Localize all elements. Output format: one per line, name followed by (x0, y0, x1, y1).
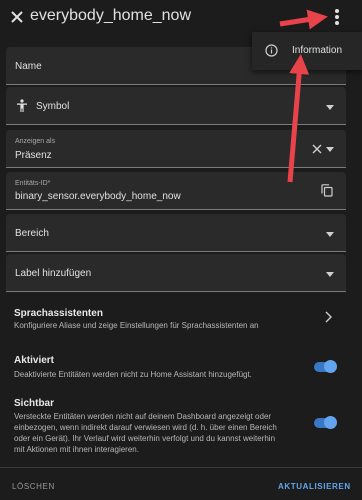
enabled-title: Aktiviert (14, 355, 55, 366)
show-as-value: Präsenz (15, 150, 52, 161)
chevron-down-icon[interactable] (326, 105, 334, 110)
visible-toggle[interactable] (312, 416, 338, 430)
enabled-toggle[interactable] (312, 360, 338, 374)
icon-picker-label: Symbol (36, 101, 70, 112)
copy-icon[interactable] (321, 184, 333, 197)
visible-description-line-4: mit Aktionen mit ihnen interagieren. (14, 445, 139, 454)
overflow-menu: Information (252, 32, 362, 70)
entity-id-field[interactable]: Entitäts-ID* binary_sensor.everybody_hom… (6, 172, 346, 210)
visible-description-line-3: oder ein Gerät). Ihr Verlauf wird weiter… (14, 434, 276, 443)
area-select[interactable]: Bereich (6, 214, 346, 252)
update-button[interactable]: AKTUALISIEREN (278, 482, 351, 491)
close-icon[interactable] (8, 8, 26, 26)
area-label: Bereich (15, 228, 49, 239)
dialog-title: everybody_home_now (30, 7, 191, 24)
voice-assistants-description: Konfiguriere Aliase und zeige Einstellun… (14, 321, 259, 330)
voice-assistants-row[interactable]: Sprachassistenten Konfiguriere Aliase un… (0, 300, 362, 332)
show-as-select[interactable]: Anzeigen als Präsenz (6, 130, 346, 168)
info-icon (265, 44, 278, 57)
visible-title: Sichtbar (14, 398, 55, 409)
labels-select[interactable]: Label hinzufügen (6, 254, 346, 292)
more-vertical-icon[interactable] (330, 6, 344, 28)
entity-id-value: binary_sensor.everybody_home_now (15, 191, 181, 202)
chevron-down-icon[interactable] (326, 272, 334, 277)
footer-divider (0, 467, 362, 468)
visible-description-line-2: einbezogen, wenn indirekt darauf verwies… (14, 423, 277, 432)
voice-assistants-title: Sprachassistenten (14, 308, 103, 319)
chevron-right-icon (325, 311, 332, 323)
show-as-label: Anzeigen als (15, 138, 56, 145)
delete-button[interactable]: LÖSCHEN (12, 482, 55, 491)
labels-label: Label hinzufügen (15, 268, 92, 279)
visible-description-line-1: Versteckte Entitäten werden nicht auf de… (14, 412, 272, 421)
person-standing-icon (17, 99, 27, 112)
entity-id-label: Entitäts-ID* (15, 180, 51, 187)
enabled-description: Deaktivierte Entitäten werden nicht zu H… (14, 370, 252, 379)
name-field-label: Name (15, 61, 42, 72)
menu-item-information[interactable]: Information (292, 45, 342, 56)
chevron-down-icon[interactable] (326, 147, 334, 152)
icon-picker[interactable]: Symbol (6, 87, 346, 125)
chevron-down-icon[interactable] (326, 232, 334, 237)
clear-icon[interactable] (312, 144, 322, 154)
dialog-header: everybody_home_now (0, 0, 362, 34)
